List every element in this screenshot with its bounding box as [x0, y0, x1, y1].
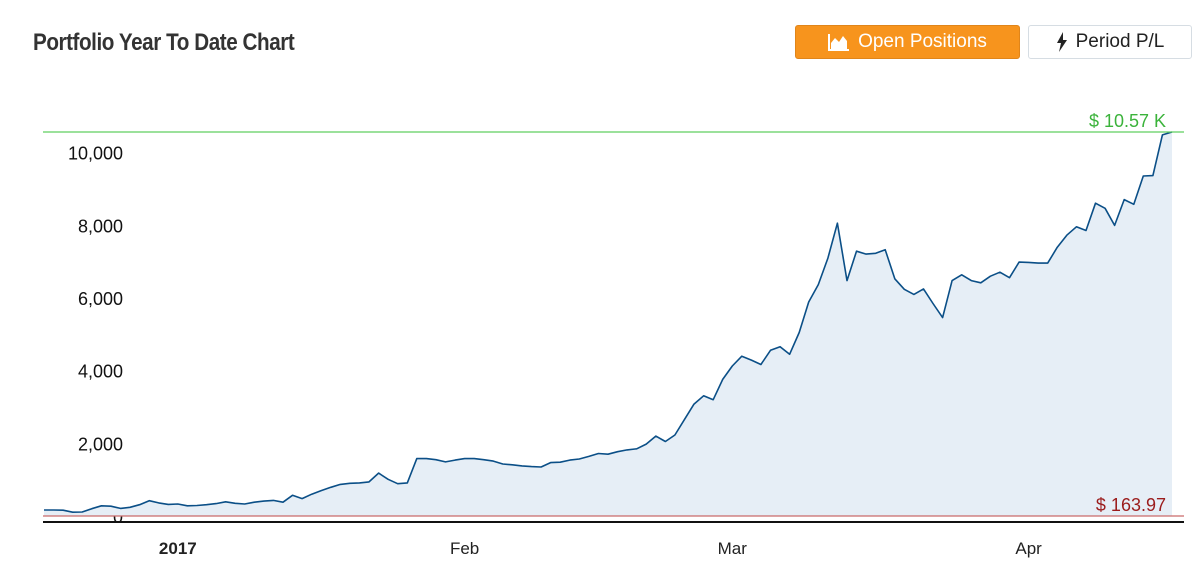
x-tick-label: Feb — [450, 539, 479, 558]
x-tick-label: Mar — [718, 539, 748, 558]
min-value-label: $ 163.97 — [1096, 495, 1166, 515]
x-tick-label: 2017 — [159, 539, 197, 558]
max-value-label: $ 10.57 K — [1089, 111, 1166, 131]
y-tick-label: 2,000 — [78, 434, 123, 454]
y-tick-label: 4,000 — [78, 362, 123, 382]
series-area — [44, 132, 1172, 516]
y-tick-label: 6,000 — [78, 289, 123, 309]
y-tick-label: 10,000 — [68, 144, 123, 164]
x-tick-label: Apr — [1015, 539, 1042, 558]
y-tick-label: 8,000 — [78, 216, 123, 236]
portfolio-chart: 02,0004,0006,0008,00010,000$ 10.57 K$ 16… — [43, 111, 1184, 558]
